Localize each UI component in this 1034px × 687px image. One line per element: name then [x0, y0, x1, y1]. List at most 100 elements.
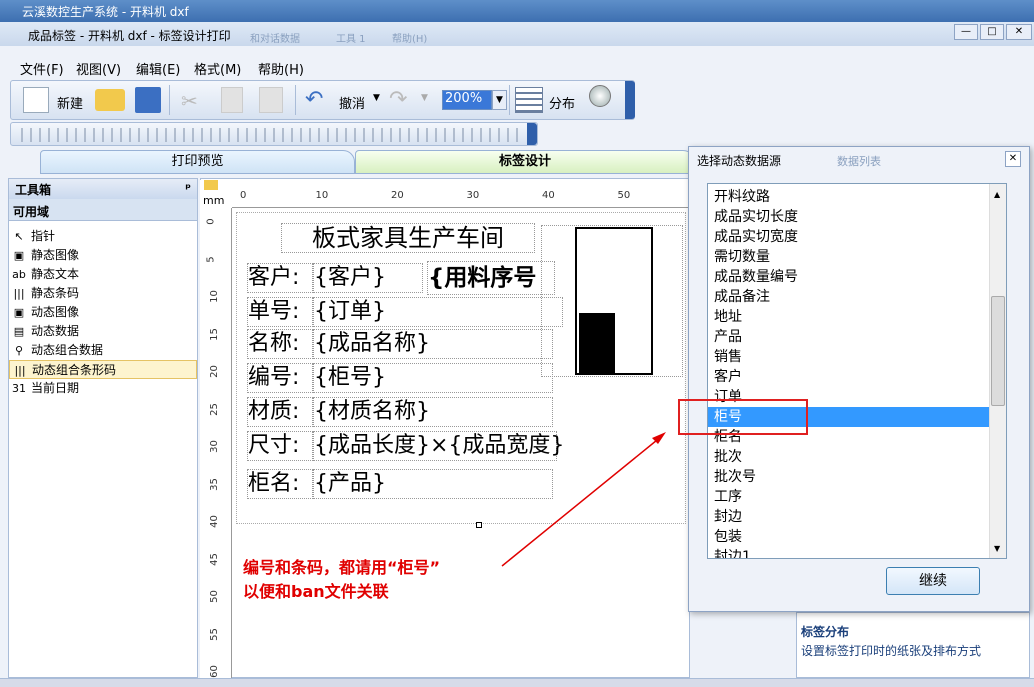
label-key-field[interactable]: 名称:	[247, 329, 313, 359]
undo-icon[interactable]: ↶	[305, 87, 323, 112]
new-button[interactable]: 新建	[57, 93, 83, 112]
datasource-item[interactable]: 成品数量编号	[708, 267, 1006, 287]
toolbox-item-label: 动态组合数据	[31, 343, 104, 357]
toolbar-overflow-icon[interactable]	[625, 81, 635, 119]
toolbox-section: 可用域	[9, 199, 197, 221]
menu-view[interactable]: 视图(V)	[76, 59, 121, 78]
menu-edit[interactable]: 编辑(E)	[136, 59, 180, 78]
label-title-field[interactable]: 板式家具生产车间	[281, 223, 535, 253]
label-key-field[interactable]: 尺寸:	[247, 431, 313, 461]
ruler-origin-icon[interactable]	[204, 180, 218, 190]
resize-handle[interactable]	[476, 522, 482, 528]
tab-design[interactable]: 标签设计	[355, 150, 695, 174]
datasource-list[interactable]: 开料纹路 成品实切长度 成品实切宽度 需切数量 成品数量编号 成品备注 地址 产品 销售 客户 订单…	[707, 183, 1007, 559]
alignment-tools-icon[interactable]	[21, 128, 521, 142]
datasource-item[interactable]: 包装	[708, 527, 1006, 547]
save-icon[interactable]	[135, 87, 161, 113]
label-value-field[interactable]: {订单}	[313, 297, 563, 327]
datasource-dialog: 选择动态数据源 数据列表 ✕ 开料纹路 成品实切长度 成品实切宽度 需切数量 成品数量编…	[688, 146, 1030, 612]
label-key-field[interactable]: 材质:	[247, 397, 313, 427]
separator	[169, 85, 170, 115]
datasource-item[interactable]: 需切数量	[708, 247, 1006, 267]
datasource-item[interactable]: 封边1	[708, 547, 1006, 558]
label-key-field[interactable]: 单号:	[247, 297, 313, 327]
toolbox-item[interactable]: ||| 动态组合条形码	[9, 360, 197, 379]
undo-dropdown-icon[interactable]: ▼	[373, 93, 380, 103]
annotation-line-1: 编号和条码，都请用“柜号”	[243, 558, 441, 577]
menu-format[interactable]: 格式(M)	[194, 59, 241, 78]
toolbox-item[interactable]: ▣ 动态图像	[9, 303, 197, 322]
toolbox-item[interactable]: ab 静态文本	[9, 265, 197, 284]
label-value-field[interactable]: {成品名称}	[313, 329, 553, 359]
toolbox-item[interactable]: ↖ 指针	[9, 227, 197, 246]
datasource-item[interactable]: 成品备注	[708, 287, 1006, 307]
datasource-item[interactable]: 销售	[708, 347, 1006, 367]
toolbox-item-label: 当前日期	[31, 381, 80, 395]
scroll-thumb[interactable]	[991, 296, 1005, 406]
undo-button[interactable]: 撤消	[339, 93, 365, 112]
datasource-item[interactable]: 客户	[708, 367, 1006, 387]
barcode-icon: |||	[14, 364, 26, 377]
magnifier-icon[interactable]	[589, 85, 611, 107]
new-icon[interactable]	[23, 87, 49, 113]
label-value-field[interactable]: {材质名称}	[313, 397, 553, 427]
cut-icon[interactable]: ✂	[181, 89, 203, 113]
datasource-item[interactable]: 工序	[708, 487, 1006, 507]
distribute-button[interactable]: 分布	[549, 93, 575, 112]
toolbox-item[interactable]: 31 当前日期	[9, 379, 197, 398]
label-key-field[interactable]: 客户:	[247, 263, 313, 293]
combo-data-icon: ⚲	[14, 344, 24, 357]
pointer-icon: ↖	[14, 230, 24, 243]
close-button[interactable]: ✕	[1006, 24, 1032, 40]
datasource-item[interactable]: 产品	[708, 327, 1006, 347]
continue-button[interactable]: 继续	[886, 567, 980, 595]
align-toolbar	[10, 122, 538, 146]
datasource-item[interactable]: 成品实切长度	[708, 207, 1006, 227]
toolbox-item[interactable]: ||| 静态条码	[9, 284, 197, 303]
open-folder-icon[interactable]	[95, 89, 125, 111]
seq-field[interactable]: {用料序号	[427, 261, 555, 295]
distribute-icon[interactable]	[515, 87, 543, 113]
pin-icon[interactable]: ᵖ	[185, 181, 191, 195]
datasource-item[interactable]: 批次号	[708, 467, 1006, 487]
ruler-tick-label: 50	[208, 590, 220, 603]
label-value-field[interactable]: {客户}	[313, 263, 423, 293]
tab-design-label: 标签设计	[498, 154, 551, 169]
scroll-up-icon[interactable]: ▲	[994, 190, 1000, 199]
label-value-field[interactable]: {柜号}	[313, 363, 553, 393]
ruler-tick-label: 30	[208, 440, 220, 453]
tab-preview[interactable]: 打印预览	[40, 150, 355, 174]
properties-panel: 标签分布 设置标签打印时的纸张及排布方式	[796, 612, 1030, 678]
redo-dropdown-icon[interactable]: ▼	[421, 93, 428, 103]
vertical-ruler: 0 5 10 15 20 25 30 35 40 45 50 55 60	[200, 208, 232, 680]
copy-icon[interactable]	[221, 87, 243, 113]
zoom-dropdown-icon[interactable]: ▼	[492, 90, 507, 110]
redo-icon[interactable]: ↷	[389, 87, 407, 112]
datasource-item[interactable]: 成品实切宽度	[708, 227, 1006, 247]
toolbox-item-label: 静态条码	[31, 286, 80, 300]
zoom-select[interactable]: 200%	[442, 90, 492, 110]
barcode-icon: |||	[13, 287, 25, 300]
ruler-tick-label: 60	[208, 665, 220, 678]
label-key-field[interactable]: 柜名:	[247, 469, 313, 499]
menu-help[interactable]: 帮助(H)	[258, 59, 304, 78]
maximize-button[interactable]: □	[980, 24, 1004, 40]
ruler-tick-label: 15	[208, 327, 220, 341]
ruler-tick-label: 30	[466, 190, 480, 201]
minimize-button[interactable]: —	[954, 24, 978, 40]
datasource-item[interactable]: 开料纹路	[708, 187, 1006, 207]
datasource-item[interactable]: 地址	[708, 307, 1006, 327]
dialog-close-icon[interactable]: ✕	[1005, 151, 1021, 167]
tab-strip: 打印预览 标签设计	[10, 150, 695, 174]
toolbar-overflow-icon[interactable]	[527, 123, 537, 145]
label-key-field[interactable]: 编号:	[247, 363, 313, 393]
toolbox-item[interactable]: ⚲ 动态组合数据	[9, 341, 197, 360]
toolbox-item[interactable]: ▣ 静态图像	[9, 246, 197, 265]
datasource-item[interactable]: 批次	[708, 447, 1006, 467]
paste-icon[interactable]	[259, 87, 283, 113]
menu-file[interactable]: 文件(F)	[20, 59, 64, 78]
list-scrollbar[interactable]: ▲ ▼	[989, 184, 1006, 558]
scroll-down-icon[interactable]: ▼	[994, 544, 1000, 553]
toolbox-item[interactable]: ▤ 动态数据	[9, 322, 197, 341]
datasource-item[interactable]: 封边	[708, 507, 1006, 527]
